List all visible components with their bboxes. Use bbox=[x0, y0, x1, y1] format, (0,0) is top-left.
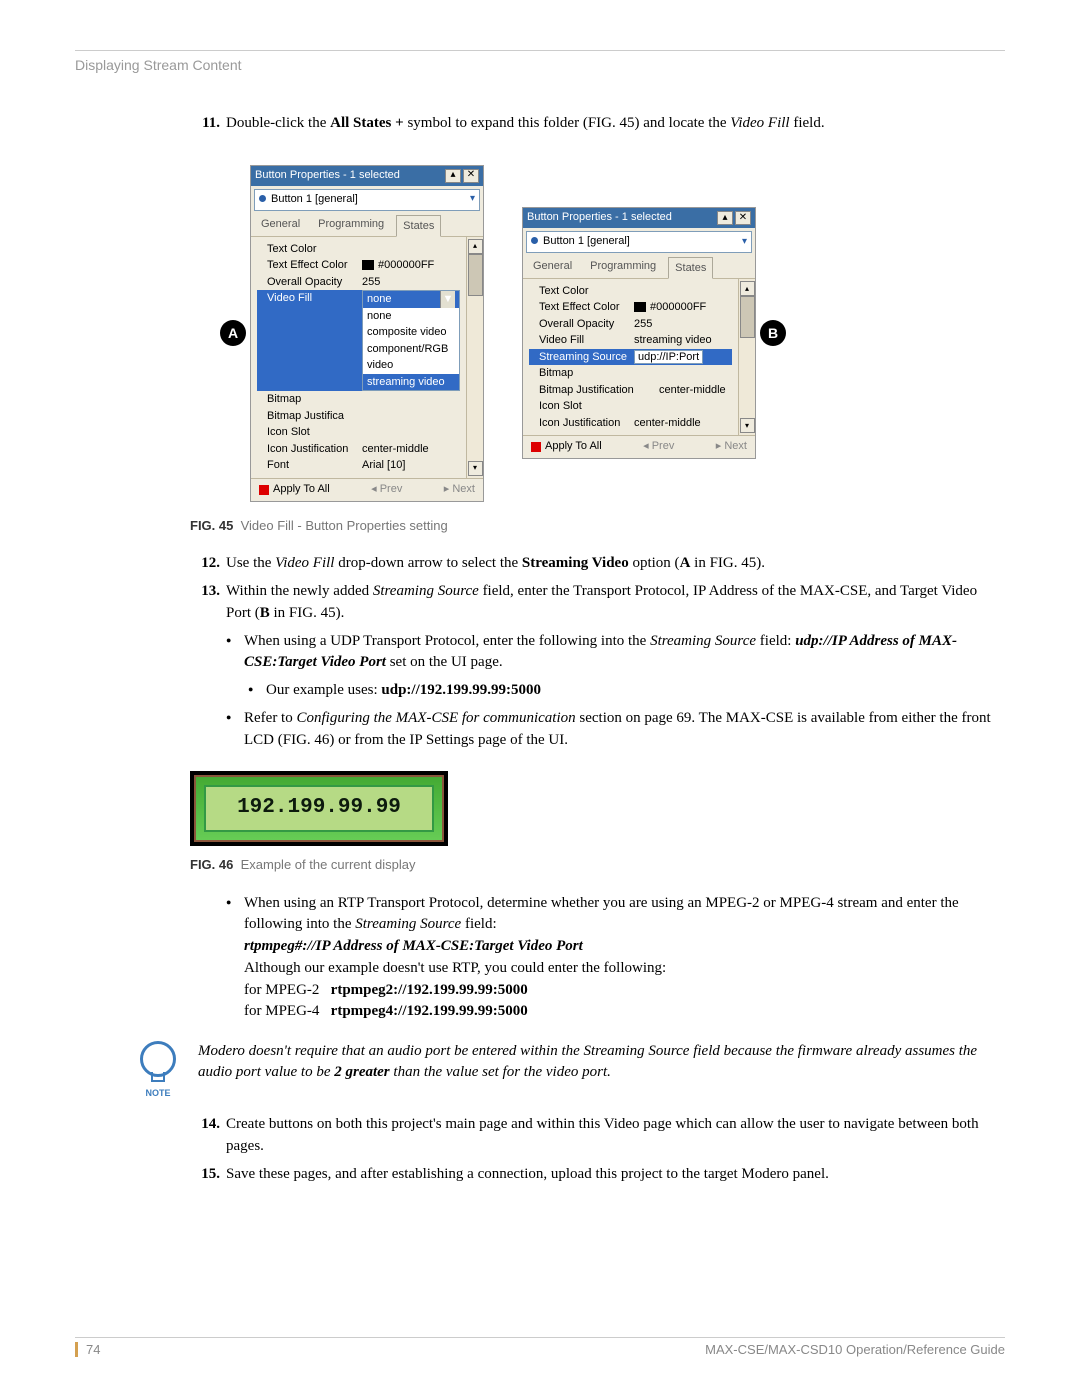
step-12: 12. Use the Video Fill drop-down arrow t… bbox=[190, 553, 1005, 575]
close-icon[interactable]: ✕ bbox=[463, 169, 479, 183]
page-footer: 74 MAX-CSE/MAX-CSD10 Operation/Reference… bbox=[75, 1337, 1005, 1357]
fig45-caption: FIG. 45 Video Fill - Button Properties s… bbox=[190, 517, 1005, 536]
panel-b-title: Button Properties - 1 selected ▴ ✕ bbox=[523, 208, 755, 228]
note-icon: NOTE bbox=[140, 1041, 176, 1100]
close-icon[interactable]: ✕ bbox=[735, 211, 751, 225]
panel-a-select[interactable]: Button 1 [general] ▾ bbox=[254, 189, 480, 211]
step-14: 14. Create buttons on both this project'… bbox=[190, 1114, 1005, 1158]
tab-general[interactable]: General bbox=[255, 214, 306, 236]
streaming-source-input[interactable]: udp://IP:Port bbox=[634, 350, 703, 364]
panel-a-title: Button Properties - 1 selected ▴ ✕ bbox=[251, 166, 483, 186]
panel-b-select[interactable]: Button 1 [general] ▾ bbox=[526, 231, 752, 253]
panel-b: Button Properties - 1 selected ▴ ✕ Butto… bbox=[522, 207, 756, 459]
prev-button[interactable]: ◂ Prev bbox=[371, 482, 402, 498]
fig46-caption: FIG. 46 Example of the current display bbox=[190, 856, 1005, 875]
min-icon[interactable]: ▴ bbox=[717, 211, 733, 225]
video-fill-dropdown[interactable]: none▼ none composite video component/RGB… bbox=[362, 290, 460, 391]
apply-to-all-button[interactable]: Apply To All bbox=[259, 482, 330, 498]
scrollbar[interactable]: ▴▾ bbox=[466, 237, 483, 478]
min-icon[interactable]: ▴ bbox=[445, 169, 461, 183]
figure-46-lcd: 192.199.99.99 bbox=[190, 771, 448, 845]
next-button[interactable]: ▸ Next bbox=[444, 482, 475, 498]
section-header: Displaying Stream Content bbox=[75, 57, 1005, 73]
scrollbar[interactable]: ▴▾ bbox=[738, 279, 755, 436]
note: NOTE Modero doesn't require that an audi… bbox=[140, 1041, 1005, 1100]
apply-to-all-button[interactable]: Apply To All bbox=[531, 439, 602, 455]
step-11: 11. Double-click the All States + symbol… bbox=[190, 113, 1005, 135]
figure-45: A Button Properties - 1 selected ▴ ✕ But… bbox=[220, 165, 1005, 502]
marker-b: B bbox=[760, 320, 786, 346]
guide-title: MAX-CSE/MAX-CSD10 Operation/Reference Gu… bbox=[705, 1342, 1005, 1357]
marker-a: A bbox=[220, 320, 246, 346]
step-15: 15. Save these pages, and after establis… bbox=[190, 1164, 1005, 1186]
page-number: 74 bbox=[75, 1342, 100, 1357]
tab-programming[interactable]: Programming bbox=[312, 214, 390, 236]
tab-states[interactable]: States bbox=[396, 215, 441, 237]
panel-a: Button Properties - 1 selected ▴ ✕ Butto… bbox=[250, 165, 484, 502]
step-13: 13. Within the newly added Streaming Sou… bbox=[190, 581, 1005, 625]
